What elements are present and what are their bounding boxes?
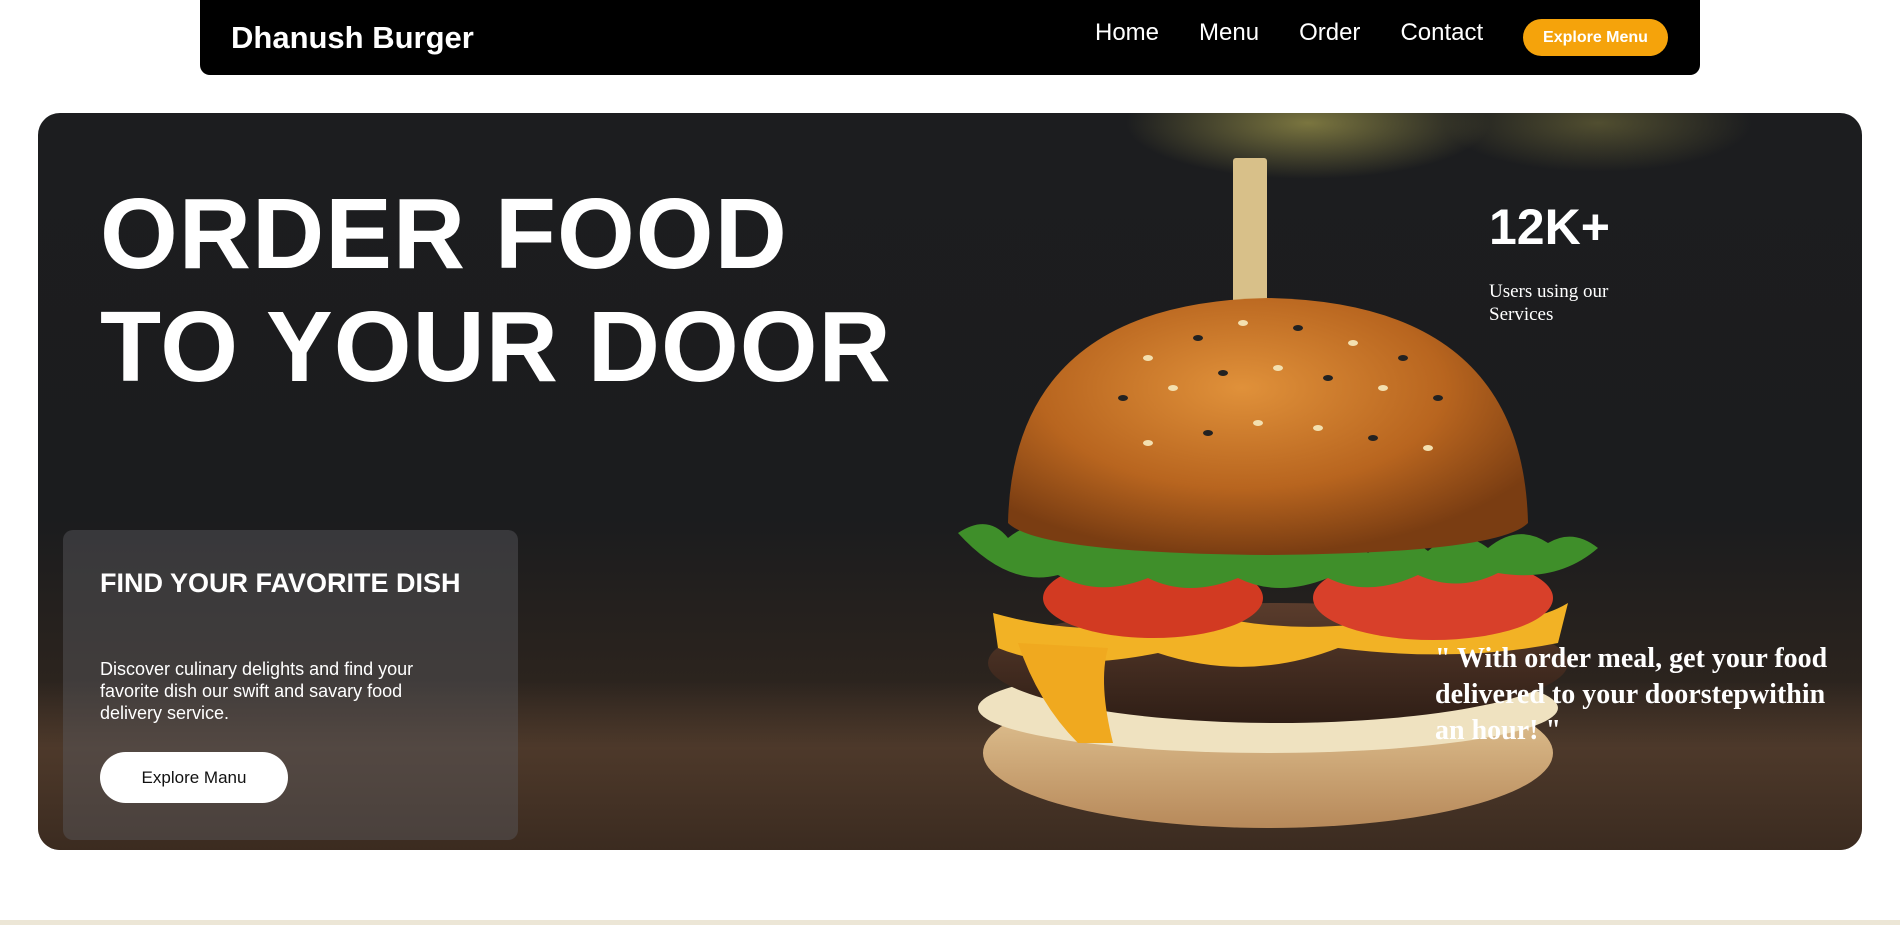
users-stat-number: 12K+ <box>1489 199 1610 255</box>
card-description: Discover culinary delights and find your… <box>100 659 414 723</box>
hero-title-line-1: ORDER FOOD <box>100 178 788 290</box>
explore-manu-button[interactable]: Explore Manu <box>100 752 288 803</box>
next-section-edge <box>0 920 1900 925</box>
hero-title-line-2: TO YOUR DOOR <box>100 291 892 403</box>
users-stat-label: Users using our Services <box>1489 281 1609 325</box>
hero-title: ORDER FOOD TO YOUR DOOR <box>100 178 892 404</box>
hero-section: ORDER FOOD TO YOUR DOOR 12K+ Users using… <box>38 113 1862 850</box>
top-bun <box>1008 298 1528 555</box>
navbar: Dhanush Burger Home Menu Order Contact E… <box>200 0 1700 75</box>
nav-link-contact[interactable]: Contact <box>1400 19 1483 47</box>
card-title: FIND YOUR FAVORITE DISH <box>100 568 461 598</box>
nav-link-menu[interactable]: Menu <box>1199 19 1259 47</box>
page: Dhanush Burger Home Menu Order Contact E… <box>0 0 1900 925</box>
explore-menu-button[interactable]: Explore Menu <box>1523 19 1668 56</box>
nav-links: Home Menu Order Contact <box>1095 19 1523 47</box>
favorite-dish-card: FIND YOUR FAVORITE DISH Discover culinar… <box>63 530 518 840</box>
nav-link-home[interactable]: Home <box>1095 19 1159 47</box>
nav-link-order[interactable]: Order <box>1299 19 1360 47</box>
brand-logo[interactable]: Dhanush Burger <box>231 20 474 56</box>
delivery-quote: " With order meal, get your food deliver… <box>1435 643 1828 746</box>
